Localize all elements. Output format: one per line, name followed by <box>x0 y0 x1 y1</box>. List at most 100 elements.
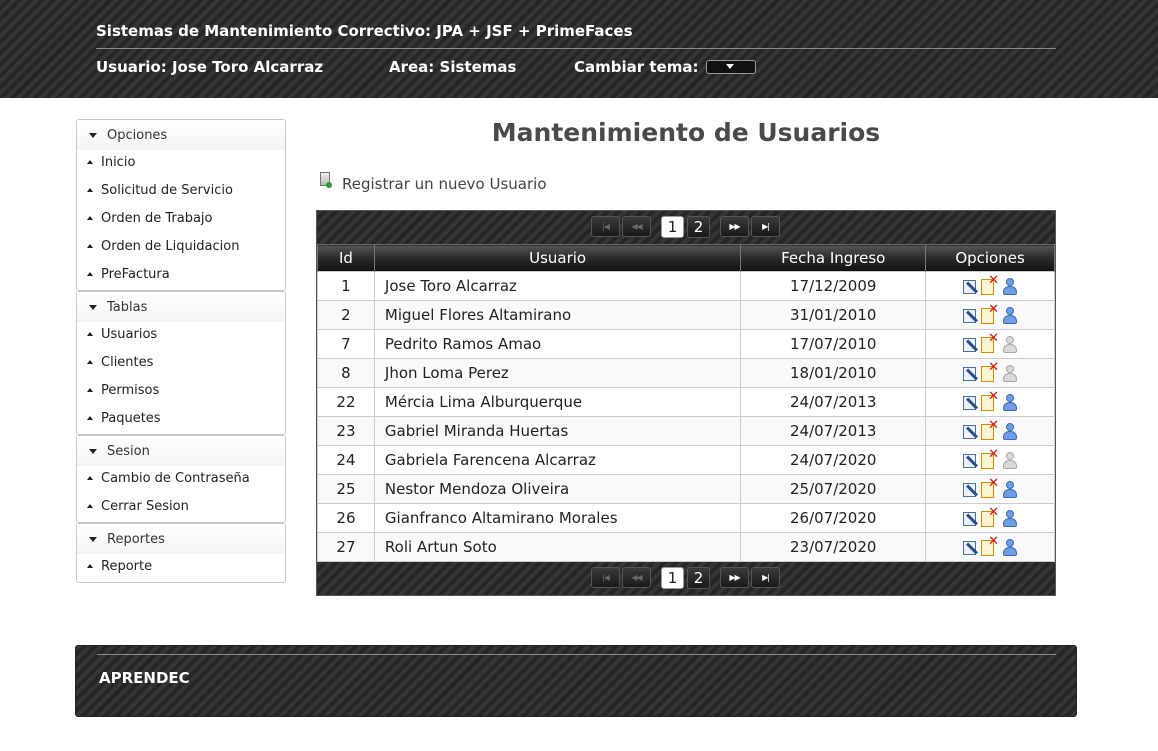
delete-icon[interactable]: ✕ <box>980 273 999 295</box>
menu-item[interactable]: Cerrar Sesion <box>77 494 285 522</box>
menu-group-header[interactable]: Sesion <box>77 436 285 466</box>
edit-icon[interactable] <box>962 509 979 527</box>
user-active-icon[interactable] <box>1002 393 1018 411</box>
page-2-button[interactable]: 2 <box>687 567 710 589</box>
menu-item[interactable]: Orden de Trabajo <box>77 206 285 234</box>
user-inactive-icon[interactable] <box>1002 335 1018 353</box>
cell-opciones: ✕ <box>925 358 1055 388</box>
edit-icon[interactable] <box>962 451 979 469</box>
edit-icon[interactable] <box>962 393 979 411</box>
menu-item[interactable]: Usuarios <box>77 322 285 350</box>
menu-group-header[interactable]: Opciones <box>77 120 285 150</box>
app-header: Sistemas de Mantenimiento Correctivo: JP… <box>0 0 1158 98</box>
cell-fecha: 24/07/2013 <box>740 416 927 446</box>
delete-icon[interactable]: ✕ <box>980 505 999 527</box>
edit-icon[interactable] <box>962 277 979 295</box>
menu-item[interactable]: PreFactura <box>77 262 285 290</box>
caret-down-icon <box>89 133 97 138</box>
page-2-button[interactable]: 2 <box>687 216 710 238</box>
menu-item[interactable]: Clientes <box>77 350 285 378</box>
delete-icon[interactable]: ✕ <box>980 476 999 498</box>
theme-label: Cambiar tema: <box>574 58 699 76</box>
cell-opciones: ✕ <box>925 532 1055 562</box>
menu-group-header[interactable]: Reportes <box>77 524 285 554</box>
delete-icon[interactable]: ✕ <box>980 447 999 469</box>
caret-up-icon <box>87 504 93 508</box>
cell-id: 2 <box>317 300 375 330</box>
column-header[interactable]: Usuario <box>373 244 742 272</box>
column-header[interactable]: Id <box>317 244 375 272</box>
paginator-bottom: |◀ ◀◀ 1 2 ▶▶ ▶| <box>317 562 1055 595</box>
table-row: 25 Nestor Mendoza Oliveira 25/07/2020 ✕ <box>317 474 1055 504</box>
user-active-icon[interactable] <box>1002 277 1018 295</box>
edit-icon[interactable] <box>962 364 979 382</box>
menu-item-label: Cambio de Contraseña <box>101 471 250 486</box>
menu-group-header[interactable]: Tablas <box>77 292 285 322</box>
menu-item[interactable]: Reporte <box>77 554 285 582</box>
cell-fecha: 24/07/2020 <box>740 445 927 475</box>
delete-icon[interactable]: ✕ <box>980 331 999 353</box>
delete-icon[interactable]: ✕ <box>980 302 999 324</box>
user-active-icon[interactable] <box>1002 538 1018 556</box>
column-header[interactable]: Fecha Ingreso <box>740 244 927 272</box>
first-page-button: |◀ <box>591 567 620 588</box>
edit-icon[interactable] <box>962 306 979 324</box>
menu-item-label: Solicitud de Servicio <box>101 183 233 198</box>
table-row: 23 Gabriel Miranda Huertas 24/07/2013 ✕ <box>317 416 1055 446</box>
header-divider <box>96 48 1056 49</box>
prev-page-button: ◀◀ <box>622 567 651 588</box>
edit-icon[interactable] <box>962 480 979 498</box>
menu-item-label: Orden de Trabajo <box>101 211 213 226</box>
user-inactive-icon[interactable] <box>1002 364 1018 382</box>
last-page-button[interactable]: ▶| <box>751 567 780 588</box>
menu-item[interactable]: Permisos <box>77 378 285 406</box>
page-title: Mantenimiento de Usuarios <box>491 118 881 147</box>
table-row: 27 Roli Artun Soto 23/07/2020 ✕ <box>317 532 1055 562</box>
sidebar-menu: Opciones Inicio Solicitud de Servicio Orden… <box>76 119 286 583</box>
menu-item-label: Usuarios <box>101 327 158 342</box>
cell-fecha: 18/01/2010 <box>740 358 927 388</box>
delete-icon[interactable]: ✕ <box>980 389 999 411</box>
caret-down-icon <box>89 537 97 542</box>
user-active-icon[interactable] <box>1002 422 1018 440</box>
menu-item[interactable]: Orden de Liquidacion <box>77 234 285 262</box>
delete-icon[interactable]: ✕ <box>980 418 999 440</box>
next-page-button[interactable]: ▶▶ <box>720 567 749 588</box>
cell-usuario: Mércia Lima Alburquerque <box>373 387 742 417</box>
page-1-button[interactable]: 1 <box>661 567 684 589</box>
menu-item-label: PreFactura <box>101 267 170 282</box>
user-active-icon[interactable] <box>1002 480 1018 498</box>
user-active-icon[interactable] <box>1002 306 1018 324</box>
caret-up-icon <box>87 564 93 568</box>
last-page-button[interactable]: ▶| <box>751 216 780 237</box>
edit-icon[interactable] <box>962 422 979 440</box>
footer-label: APRENDEC <box>99 669 190 687</box>
first-page-button: |◀ <box>591 216 620 237</box>
cell-usuario: Pedrito Ramos Amao <box>373 329 742 359</box>
user-active-icon[interactable] <box>1002 509 1018 527</box>
edit-icon[interactable] <box>962 335 979 353</box>
menu-item[interactable]: Paquetes <box>77 406 285 434</box>
cell-usuario: Jhon Loma Perez <box>373 358 742 388</box>
user-inactive-icon[interactable] <box>1002 451 1018 469</box>
cell-fecha: 26/07/2020 <box>740 503 927 533</box>
caret-up-icon <box>87 416 93 420</box>
current-area-label: Area: Sistemas <box>389 58 517 76</box>
delete-icon[interactable]: ✕ <box>980 360 999 382</box>
menu-item[interactable]: Solicitud de Servicio <box>77 178 285 206</box>
edit-icon[interactable] <box>962 538 979 556</box>
menu-group-label: Opciones <box>107 128 168 143</box>
next-page-button[interactable]: ▶▶ <box>720 216 749 237</box>
page-1-button[interactable]: 1 <box>661 216 684 238</box>
column-header[interactable]: Opciones <box>925 244 1055 272</box>
menu-group-sesion: Sesion Cambio de Contraseña Cerrar Sesion <box>76 435 286 523</box>
table-row: 2 Miguel Flores Altamirano 31/01/2010 ✕ <box>317 300 1055 330</box>
table-header-row: Id Usuario Fecha Ingreso Opciones <box>317 244 1055 272</box>
caret-up-icon <box>87 332 93 336</box>
delete-icon[interactable]: ✕ <box>980 534 999 556</box>
theme-dropdown[interactable] <box>706 60 756 74</box>
cell-opciones: ✕ <box>925 416 1055 446</box>
table-row: 8 Jhon Loma Perez 18/01/2010 ✕ <box>317 358 1055 388</box>
menu-item[interactable]: Cambio de Contraseña <box>77 466 285 494</box>
menu-item[interactable]: Inicio <box>77 150 285 178</box>
